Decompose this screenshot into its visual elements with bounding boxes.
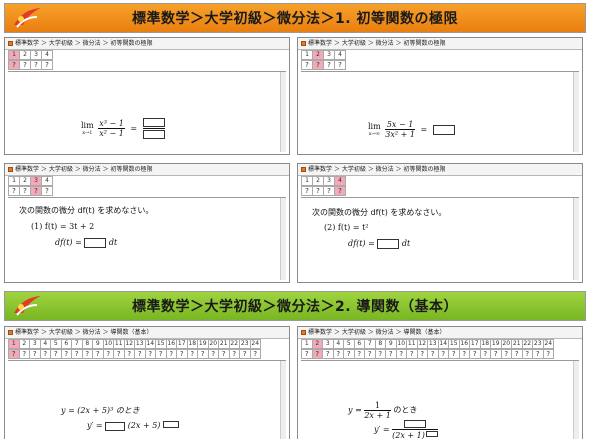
answer-input[interactable] <box>84 238 107 248</box>
bullet-icon <box>301 167 306 172</box>
status-cell: ? <box>41 186 53 196</box>
answer-input[interactable] <box>377 239 400 249</box>
question-prompt: 次の関数の微分 df(t) を求めなさい。 <box>312 208 447 217</box>
status-row: ???????????????????????? <box>5 349 289 359</box>
question-prompt: 次の関数の微分 df(t) を求めなさい。 <box>19 206 154 215</box>
question-tabs: 1 2 3 4 <box>5 176 289 186</box>
problem-statement: (2) f(t) = t² <box>324 223 369 232</box>
question-tabs: 1 2 3 4 5 6 7 8 9 10 11 12 13 14 15 16 17 18 19 20 21 22 23 24 <box>5 339 289 349</box>
question-tabs: 1 2 3 4 <box>298 50 582 60</box>
question-tabs: 1 2 3 4 <box>5 50 289 60</box>
bullet-icon <box>8 330 13 335</box>
status-row: ???????????????????????? <box>298 349 582 359</box>
scrollbar[interactable] <box>573 361 579 439</box>
scrollbar[interactable] <box>280 361 286 439</box>
section-banner-derivatives: 標準数学＞大学初級＞微分法＞2. 導関数（基本） <box>4 291 586 321</box>
limit-expression: lim x→1 x³ − 1 x² − 1 = <box>81 118 165 139</box>
tab-24[interactable]: 24 <box>249 339 261 349</box>
answer-line: y′ = (2x + 1) <box>374 420 438 439</box>
answer-input[interactable] <box>432 124 455 135</box>
problem-panel-5: 標準数学 ＞ 大学初級 ＞ 微分法 ＞ 導関数（基本） 1 2 3 4 5 6 7 8 9 10 1… <box>4 326 290 439</box>
problem-panel-1: 標準数学 ＞ 大学初級 ＞ 微分法 ＞ 初等関数の極限 1 2 3 4 ? ? … <box>4 37 290 155</box>
answer-line: df(t) = dt <box>348 239 411 249</box>
problem-panel-2: 標準数学 ＞ 大学初級 ＞ 微分法 ＞ 初等関数の極限 1 2 3 4 ? ? … <box>297 37 583 155</box>
answer-input-denominator[interactable] <box>142 130 165 139</box>
answer-input-exponent[interactable] <box>425 431 438 437</box>
status-row: ? ? ? ? <box>298 186 582 196</box>
problem-area <box>301 71 579 152</box>
breadcrumb: 標準数学 ＞ 大学初級 ＞ 微分法 ＞ 導関数（基本） <box>5 327 289 339</box>
scrollbar[interactable] <box>280 198 286 280</box>
status-cell: ? <box>249 349 261 359</box>
breadcrumb: 標準数学 ＞ 大学初級 ＞ 微分法 ＞ 導関数（基本） <box>298 327 582 339</box>
status-row: ? ? ? ? <box>5 186 289 196</box>
problem-panel-3: 標準数学 ＞ 大学初級 ＞ 微分法 ＞ 初等関数の極限 1 2 3 4 ? ? … <box>4 163 290 283</box>
scrollbar[interactable] <box>573 198 579 280</box>
problem-panel-4: 標準数学 ＞ 大学初級 ＞ 微分法 ＞ 初等関数の極限 1 2 3 4 ? ? … <box>297 163 583 283</box>
answer-line: y′ = (2x + 5) <box>87 421 179 431</box>
problem-area <box>301 360 579 439</box>
section-banner-limits: 標準数学＞大学初級＞微分法＞1. 初等関数の極限 <box>4 3 586 33</box>
tab-4[interactable]: 4 <box>41 50 53 60</box>
status-cell: ? <box>334 60 346 70</box>
logo-icon <box>14 8 41 28</box>
status-cell: ? <box>334 186 346 196</box>
breadcrumb: 標準数学 ＞ 大学初級 ＞ 微分法 ＞ 初等関数の極限 <box>5 164 289 176</box>
tab-4[interactable]: 4 <box>334 176 346 186</box>
function-statement: y = (2x + 5)³ のとき <box>61 406 140 415</box>
question-tabs: 1 2 3 4 5 6 7 8 9 10 11 12 13 14 15 16 17 18 19 20 21 22 23 24 <box>298 339 582 349</box>
answer-input-numerator[interactable] <box>142 118 165 127</box>
problem-statement: (1) f(t) = 3t + 2 <box>31 222 95 231</box>
bullet-icon <box>8 41 13 46</box>
status-row: ? ? ? ? <box>5 60 289 70</box>
status-cell: ? <box>542 349 554 359</box>
logo-icon <box>14 296 41 316</box>
tab-4[interactable]: 4 <box>334 50 346 60</box>
answer-input-coefficient[interactable] <box>105 421 126 431</box>
status-row: ? ? ? ? <box>298 60 582 70</box>
bullet-icon <box>301 330 306 335</box>
section-title: 標準数学＞大学初級＞微分法＞2. 導関数（基本） <box>132 299 458 315</box>
breadcrumb: 標準数学 ＞ 大学初級 ＞ 微分法 ＞ 初等関数の極限 <box>5 38 289 50</box>
problem-panel-6: 標準数学 ＞ 大学初級 ＞ 微分法 ＞ 導関数（基本） 1 2 3 4 5 6 7 8 9 10 1… <box>297 326 583 439</box>
limit-expression: lim x→∞ 5x − 1 3x² + 1 = <box>368 120 455 139</box>
answer-line: df(t) = dt <box>55 238 118 248</box>
scrollbar[interactable] <box>280 72 286 152</box>
breadcrumb: 標準数学 ＞ 大学初級 ＞ 微分法 ＞ 初等関数の極限 <box>298 164 582 176</box>
bullet-icon <box>8 167 13 172</box>
tab-24[interactable]: 24 <box>542 339 554 349</box>
scrollbar[interactable] <box>573 72 579 152</box>
question-tabs: 1 2 3 4 <box>298 176 582 186</box>
problem-area <box>8 71 286 152</box>
status-cell: ? <box>41 60 53 70</box>
answer-input-exponent[interactable] <box>162 421 179 428</box>
bullet-icon <box>301 41 306 46</box>
breadcrumb: 標準数学 ＞ 大学初級 ＞ 微分法 ＞ 初等関数の極限 <box>298 38 582 50</box>
function-statement: y = 1 2x + 1 のとき <box>348 401 418 420</box>
section-title: 標準数学＞大学初級＞微分法＞1. 初等関数の極限 <box>132 11 458 27</box>
answer-input-numerator[interactable] <box>404 420 426 428</box>
tab-4[interactable]: 4 <box>41 176 53 186</box>
